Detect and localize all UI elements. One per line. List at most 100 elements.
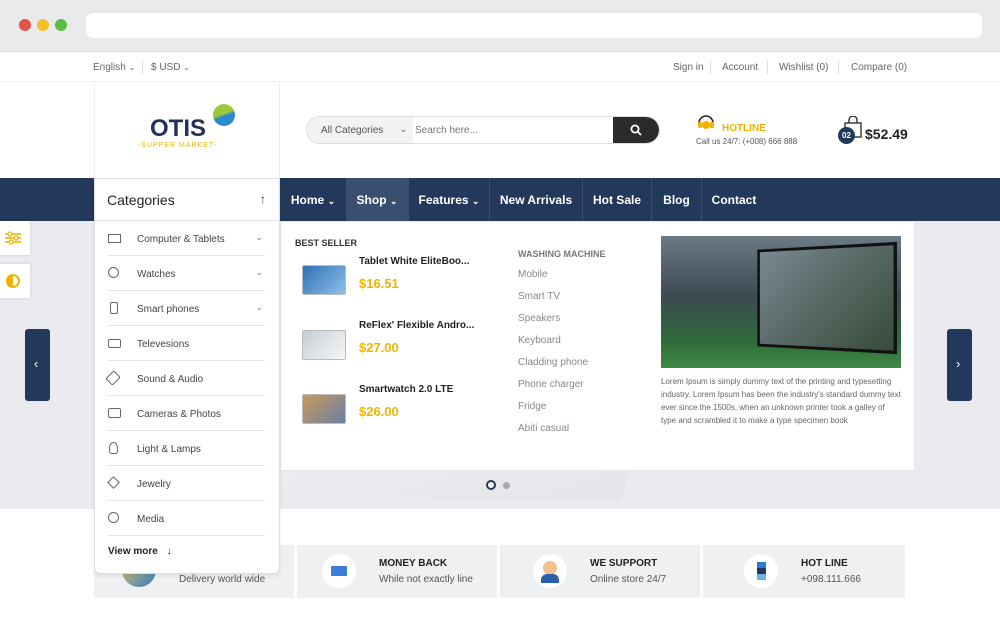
service-subtitle: While not exactly line xyxy=(379,574,473,585)
submenu-link[interactable]: Mobile xyxy=(518,269,547,280)
category-label: Televesions xyxy=(137,339,190,350)
service-subtitle: +098.111.666 xyxy=(801,574,861,585)
cart-block[interactable]: 02 $52.49 xyxy=(838,116,918,146)
language-label: English xyxy=(93,62,126,73)
product-name[interactable]: Smartwatch 2.0 LTE xyxy=(359,384,453,395)
search-category-label: All Categories xyxy=(321,125,384,136)
best-seller-title: BEST SELLER xyxy=(295,238,358,248)
submenu-link[interactable]: Speakers xyxy=(518,313,560,324)
chevron-down-icon: ⌄ xyxy=(399,124,407,134)
category-item[interactable]: Media xyxy=(108,501,265,536)
submenu-link[interactable]: Keyboard xyxy=(518,335,561,346)
product-thumbnail[interactable] xyxy=(302,330,346,360)
category-item[interactable]: Smart phones ⌄ xyxy=(108,291,265,326)
nav-blog[interactable]: Blog xyxy=(652,178,701,221)
category-item[interactable]: Light & Lamps xyxy=(108,431,265,466)
account-link[interactable]: Account xyxy=(722,62,758,73)
hotline-number: Call us 24/7: (+008) 666 888 xyxy=(696,137,798,146)
nav-home[interactable]: Home ⌄ xyxy=(280,178,346,221)
shop-mega-menu: BEST SELLER Tablet White EliteBoo... $16… xyxy=(280,221,915,471)
category-item[interactable]: Jewelry xyxy=(107,466,265,501)
promo-image[interactable] xyxy=(661,236,901,368)
sliders-icon xyxy=(5,231,21,245)
promo-text: Lorem Ipsum is simply dummy text of the … xyxy=(661,377,901,425)
search-category-select[interactable]: All Categories ⌄ xyxy=(307,117,413,143)
product-name[interactable]: ReFlex' Flexible Andro... xyxy=(359,320,474,331)
category-label: Watches xyxy=(137,269,176,280)
product-thumbnail[interactable] xyxy=(302,394,346,424)
address-bar[interactable] xyxy=(86,13,982,38)
maximize-window-dot[interactable] xyxy=(55,19,67,31)
language-select[interactable]: English ⌄ xyxy=(93,62,135,73)
service-subtitle: Online store 24/7 xyxy=(590,574,667,585)
submenu-link[interactable]: Fridge xyxy=(518,401,546,412)
product-price: $27.00 xyxy=(359,340,399,355)
slider-next-button[interactable]: › xyxy=(947,329,972,401)
product-price: $26.00 xyxy=(359,404,399,419)
compare-link[interactable]: Compare (0) xyxy=(851,62,907,73)
category-item[interactable]: Televesions xyxy=(108,326,265,361)
arrow-down-icon: ↓ xyxy=(166,546,172,557)
category-item[interactable]: Cameras & Photos xyxy=(108,396,265,431)
camera-icon xyxy=(108,408,121,418)
theme-tool-button[interactable] xyxy=(0,264,30,298)
nav-hot-sale[interactable]: Hot Sale xyxy=(583,178,651,221)
phone-icon xyxy=(110,302,118,314)
nav-new-arrivals[interactable]: New Arrivals xyxy=(490,178,582,221)
slider-prev-button[interactable]: ‹ xyxy=(25,329,50,401)
media-icon xyxy=(108,512,119,523)
chevron-down-icon: ⌄ xyxy=(471,196,480,206)
divider xyxy=(767,61,768,74)
category-item[interactable]: Watches ⌄ xyxy=(108,256,265,291)
search-input[interactable] xyxy=(415,117,611,143)
service-item: HOT LINE +098.111.666 xyxy=(703,545,905,598)
chevron-left-icon: ‹ xyxy=(34,356,39,371)
filter-tool-button[interactable] xyxy=(0,221,30,255)
service-subtitle: Delivery world wide xyxy=(179,574,266,585)
logo-name: OTIS xyxy=(150,115,207,142)
top-bar: English ⌄ $ USD ⌄ Sign in Account Wishli… xyxy=(0,52,1000,82)
minimize-window-dot[interactable] xyxy=(37,19,49,31)
wishlist-link[interactable]: Wishlist (0) xyxy=(779,62,828,73)
bulb-icon xyxy=(109,442,118,454)
divider xyxy=(142,61,143,74)
chevron-down-icon: ⌄ xyxy=(255,302,263,312)
currency-select[interactable]: $ USD ⌄ xyxy=(151,62,190,73)
product-price: $16.51 xyxy=(359,276,399,291)
nav-shop-label: Shop xyxy=(356,193,387,207)
support-icon xyxy=(533,554,567,588)
view-more-link[interactable]: View more ↓ xyxy=(108,546,172,557)
nav-shop[interactable]: Shop ⌄ xyxy=(346,178,408,221)
tv-icon xyxy=(108,339,121,348)
contrast-icon xyxy=(6,274,20,288)
submenu-link[interactable]: Abiti casual xyxy=(518,423,569,434)
categories-header[interactable]: Categories ↑ xyxy=(95,179,279,221)
product-name[interactable]: Tablet White EliteBoo... xyxy=(359,256,469,267)
close-window-dot[interactable] xyxy=(19,19,31,31)
browser-chrome xyxy=(0,0,1000,52)
hotline-title: HOTLINE xyxy=(722,123,766,134)
chevron-right-icon: › xyxy=(956,356,961,371)
hotline-block[interactable]: HOTLINE Call us 24/7: (+008) 666 888 xyxy=(696,112,826,152)
sign-in-link[interactable]: Sign in xyxy=(673,62,704,73)
submenu-link[interactable]: Phone charger xyxy=(518,379,584,390)
cart-count-badge: 02 xyxy=(838,127,855,144)
product-thumbnail[interactable] xyxy=(302,265,346,295)
nav-features-label: Features xyxy=(418,193,469,207)
search-button[interactable] xyxy=(613,117,659,143)
category-label: Cameras & Photos xyxy=(137,409,221,420)
category-label: Smart phones xyxy=(137,304,200,315)
category-item[interactable]: Sound & Audio xyxy=(105,361,265,396)
headset-icon xyxy=(698,115,714,129)
logo-area[interactable]: OTIS -SUPPER MARKET- xyxy=(94,82,280,178)
slider-dot-active[interactable] xyxy=(486,480,496,490)
submenu-link[interactable]: Cladding phone xyxy=(518,357,588,368)
monitor-icon xyxy=(108,234,121,243)
category-label: Light & Lamps xyxy=(137,444,201,455)
submenu-link[interactable]: Smart TV xyxy=(518,291,560,302)
nav-contact[interactable]: Contact xyxy=(702,178,766,221)
chevron-down-icon: ⌄ xyxy=(183,63,190,72)
slider-dot[interactable] xyxy=(503,482,510,489)
nav-features[interactable]: Features ⌄ xyxy=(409,178,489,221)
category-item[interactable]: Computer & Tablets ⌄ xyxy=(108,221,265,256)
